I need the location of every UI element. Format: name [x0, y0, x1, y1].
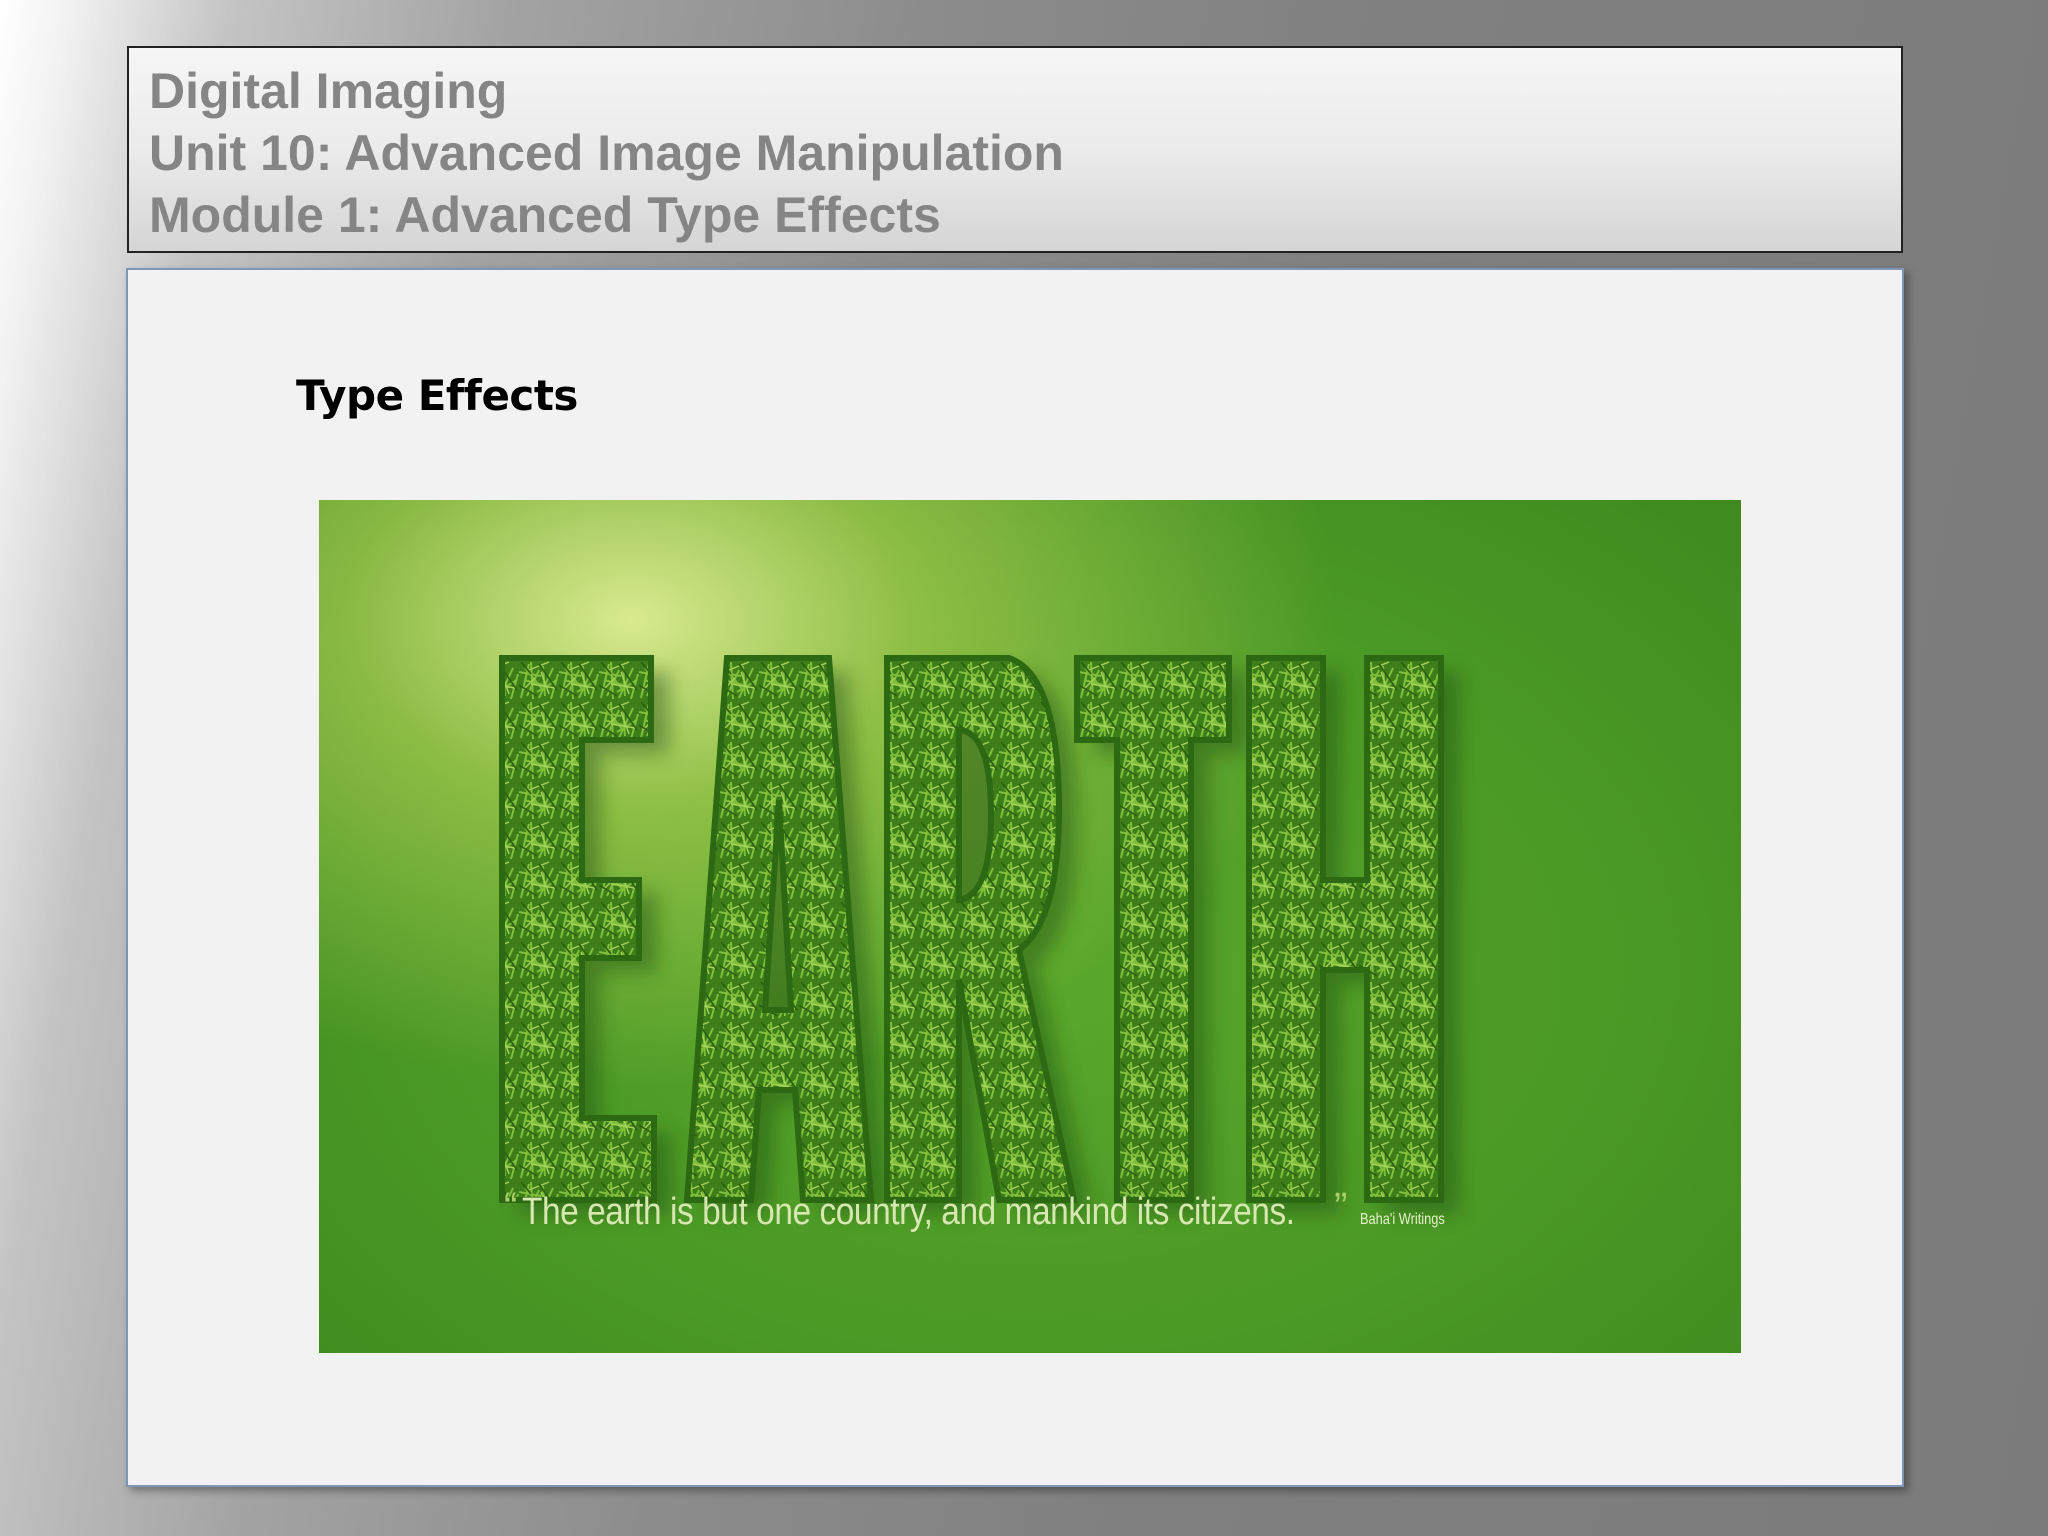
quote-source: Baha'i Writings	[1359, 1211, 1445, 1228]
course-title: Digital Imaging	[149, 63, 508, 119]
slide-title: Type Effects	[296, 371, 578, 420]
unit-title: Unit 10: Advanced Image Manipulation	[149, 125, 1064, 181]
open-quote-mark: “	[504, 1185, 518, 1229]
content-panel: Type Effects “ The earth is but one coun…	[126, 268, 1904, 1487]
close-quote-mark: ”	[1334, 1185, 1348, 1229]
module-title: Module 1: Advanced Type Effects	[149, 187, 941, 243]
quote-text: The earth is but one country, and mankin…	[521, 1191, 1295, 1233]
quote-line: “ The earth is but one country, and mank…	[504, 1185, 1466, 1236]
earth-grass-type-image: “ The earth is but one country, and mank…	[319, 500, 1741, 1353]
header-box: Digital Imaging Unit 10: Advanced Image …	[127, 46, 1903, 253]
